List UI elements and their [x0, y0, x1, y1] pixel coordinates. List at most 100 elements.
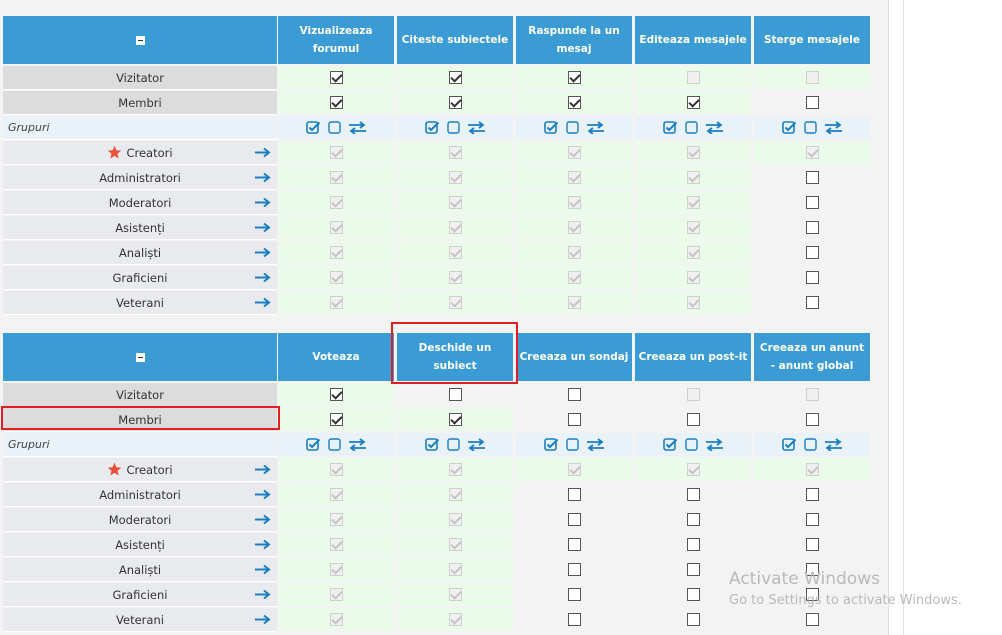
apply-row-button[interactable]: [254, 197, 271, 211]
permission-checkbox[interactable]: [567, 488, 581, 501]
permission-checkbox[interactable]: [805, 513, 819, 526]
apply-row-button[interactable]: [254, 514, 271, 528]
permission-checkbox[interactable]: [329, 71, 343, 84]
invert-selection-icon[interactable]: [348, 121, 367, 134]
permission-checkbox[interactable]: [686, 588, 700, 601]
apply-row-button[interactable]: [254, 464, 271, 478]
deselect-all-icon[interactable]: [684, 121, 698, 134]
permission-checkbox[interactable]: [686, 488, 700, 501]
permission-checkbox[interactable]: [567, 71, 581, 84]
collapse-minus-icon[interactable]: [135, 352, 145, 362]
select-all-icon[interactable]: [305, 120, 321, 135]
invert-selection-icon[interactable]: [467, 121, 486, 134]
select-all-icon[interactable]: [305, 437, 321, 452]
apply-row-arrow-icon[interactable]: [254, 589, 271, 600]
apply-row-arrow-icon[interactable]: [254, 197, 271, 208]
permission-checkbox[interactable]: [567, 538, 581, 551]
permission-checkbox[interactable]: [448, 388, 462, 401]
permission-checkbox[interactable]: [805, 196, 819, 209]
apply-row-button[interactable]: [254, 147, 271, 161]
apply-row-arrow-icon[interactable]: [254, 564, 271, 575]
permission-checkbox[interactable]: [448, 413, 462, 426]
apply-row-arrow-icon[interactable]: [254, 514, 271, 525]
permission-checkbox[interactable]: [805, 296, 819, 309]
permission-checkbox[interactable]: [567, 613, 581, 626]
apply-row-button[interactable]: [254, 539, 271, 553]
select-all-icon[interactable]: [424, 120, 440, 135]
invert-selection-icon[interactable]: [824, 121, 843, 134]
apply-row-arrow-icon[interactable]: [254, 172, 271, 183]
permission-checkbox[interactable]: [686, 96, 700, 109]
deselect-all-icon[interactable]: [327, 438, 341, 451]
invert-selection-icon[interactable]: [824, 438, 843, 451]
apply-row-arrow-icon[interactable]: [254, 222, 271, 233]
invert-selection-icon[interactable]: [586, 438, 605, 451]
permission-checkbox[interactable]: [329, 96, 343, 109]
select-all-icon[interactable]: [781, 437, 797, 452]
deselect-all-icon[interactable]: [565, 438, 579, 451]
apply-row-arrow-icon[interactable]: [254, 489, 271, 500]
apply-row-button[interactable]: [254, 172, 271, 186]
deselect-all-icon[interactable]: [327, 121, 341, 134]
permission-checkbox[interactable]: [686, 513, 700, 526]
permission-checkbox[interactable]: [805, 246, 819, 259]
select-all-icon[interactable]: [781, 120, 797, 135]
permission-checkbox[interactable]: [686, 538, 700, 551]
permission-checkbox[interactable]: [567, 388, 581, 401]
apply-row-button[interactable]: [254, 272, 271, 286]
permission-checkbox[interactable]: [567, 413, 581, 426]
deselect-all-icon[interactable]: [446, 121, 460, 134]
permission-checkbox[interactable]: [805, 171, 819, 184]
permission-checkbox[interactable]: [686, 413, 700, 426]
select-all-icon[interactable]: [662, 120, 678, 135]
select-all-icon[interactable]: [543, 120, 559, 135]
invert-selection-icon[interactable]: [705, 438, 724, 451]
permission-checkbox[interactable]: [567, 96, 581, 109]
permission-checkbox[interactable]: [805, 538, 819, 551]
apply-row-arrow-icon[interactable]: [254, 272, 271, 283]
invert-selection-icon[interactable]: [348, 438, 367, 451]
apply-row-arrow-icon[interactable]: [254, 147, 271, 158]
apply-row-button[interactable]: [254, 222, 271, 236]
permission-checkbox[interactable]: [805, 221, 819, 234]
apply-row-arrow-icon[interactable]: [254, 614, 271, 625]
permission-checkbox[interactable]: [448, 96, 462, 109]
apply-row-button[interactable]: [254, 247, 271, 261]
collapse-toggle[interactable]: [3, 333, 277, 381]
permission-checkbox[interactable]: [686, 613, 700, 626]
deselect-all-icon[interactable]: [565, 121, 579, 134]
apply-row-button[interactable]: [254, 564, 271, 578]
permission-checkbox[interactable]: [805, 271, 819, 284]
deselect-all-icon[interactable]: [803, 438, 817, 451]
permission-checkbox[interactable]: [567, 563, 581, 576]
deselect-all-icon[interactable]: [684, 438, 698, 451]
collapse-toggle[interactable]: [3, 16, 277, 64]
permission-checkbox[interactable]: [805, 413, 819, 426]
apply-row-arrow-icon[interactable]: [254, 539, 271, 550]
apply-row-arrow-icon[interactable]: [254, 464, 271, 475]
deselect-all-icon[interactable]: [446, 438, 460, 451]
apply-row-button[interactable]: [254, 489, 271, 503]
apply-row-arrow-icon[interactable]: [254, 297, 271, 308]
permission-checkbox[interactable]: [329, 388, 343, 401]
permission-checkbox[interactable]: [805, 96, 819, 109]
invert-selection-icon[interactable]: [467, 438, 486, 451]
apply-row-button[interactable]: [254, 589, 271, 603]
apply-row-arrow-icon[interactable]: [254, 247, 271, 258]
invert-selection-icon[interactable]: [705, 121, 724, 134]
permission-checkbox[interactable]: [805, 488, 819, 501]
collapse-minus-icon[interactable]: [135, 35, 145, 45]
permission-checkbox[interactable]: [686, 563, 700, 576]
permission-checkbox[interactable]: [329, 413, 343, 426]
select-all-icon[interactable]: [424, 437, 440, 452]
permission-checkbox[interactable]: [567, 588, 581, 601]
apply-row-button[interactable]: [254, 614, 271, 628]
permission-checkbox[interactable]: [567, 513, 581, 526]
deselect-all-icon[interactable]: [803, 121, 817, 134]
permission-checkbox[interactable]: [805, 613, 819, 626]
select-all-icon[interactable]: [543, 437, 559, 452]
apply-row-button[interactable]: [254, 297, 271, 311]
invert-selection-icon[interactable]: [586, 121, 605, 134]
permission-checkbox[interactable]: [448, 71, 462, 84]
select-all-icon[interactable]: [662, 437, 678, 452]
